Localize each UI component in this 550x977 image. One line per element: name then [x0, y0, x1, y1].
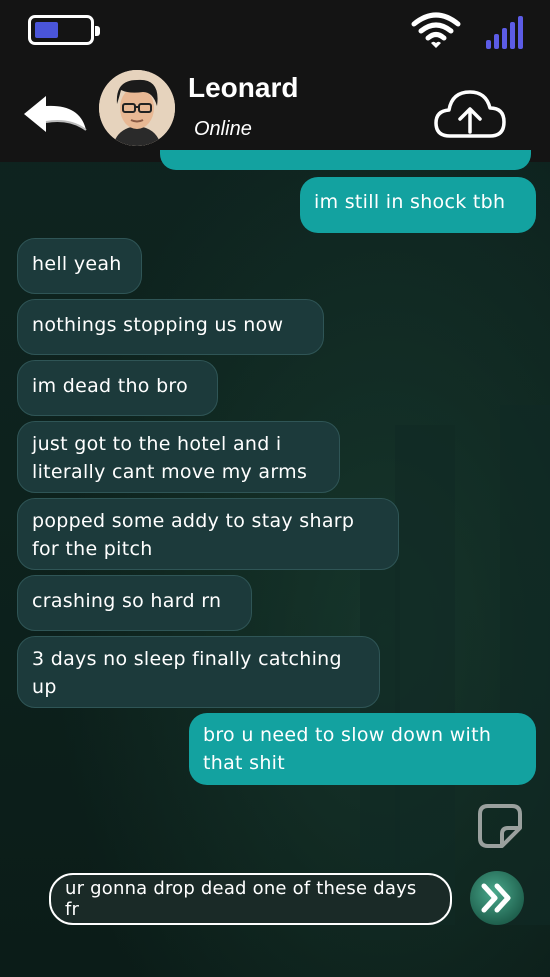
battery-icon	[28, 15, 100, 45]
message-bubble-outgoing: im still in shock tbh	[300, 177, 536, 233]
message-input[interactable]: ur gonna drop dead one of these days fr	[49, 873, 452, 925]
sticker-icon[interactable]	[474, 800, 526, 852]
send-button[interactable]	[470, 871, 524, 925]
back-arrow-icon[interactable]	[20, 92, 90, 136]
message-bubble-incoming: im dead tho bro	[17, 360, 218, 416]
message-bubble-incoming: hell yeah	[17, 238, 142, 294]
avatar[interactable]	[99, 70, 175, 146]
chat-header: Leonard Online	[0, 64, 550, 162]
message-bubble-incoming: 3 days no sleep finally catching up	[17, 636, 380, 708]
message-bubble-incoming: just got to the hotel and i literally ca…	[17, 421, 340, 493]
avatar-portrait-icon	[99, 70, 175, 146]
contact-status: Online	[194, 118, 252, 140]
message-bubble-partial	[160, 150, 531, 170]
cloud-upload-icon[interactable]	[432, 86, 508, 142]
contact-name: Leonard	[188, 72, 299, 103]
message-bubble-outgoing: bro u need to slow down with that shit	[189, 713, 536, 785]
battery-level	[35, 22, 58, 38]
message-bubble-incoming: crashing so hard rn	[17, 575, 252, 631]
message-bubble-incoming: nothings stopping us now	[17, 299, 324, 355]
signal-bars-icon	[486, 16, 523, 49]
wifi-icon	[411, 12, 461, 48]
status-bar	[0, 0, 550, 64]
message-bubble-incoming: popped some addy to stay sharp for the p…	[17, 498, 399, 570]
double-chevron-send-icon	[481, 883, 511, 913]
background-building	[395, 425, 455, 925]
message-input-value: ur gonna drop dead one of these days fr	[65, 878, 417, 920]
